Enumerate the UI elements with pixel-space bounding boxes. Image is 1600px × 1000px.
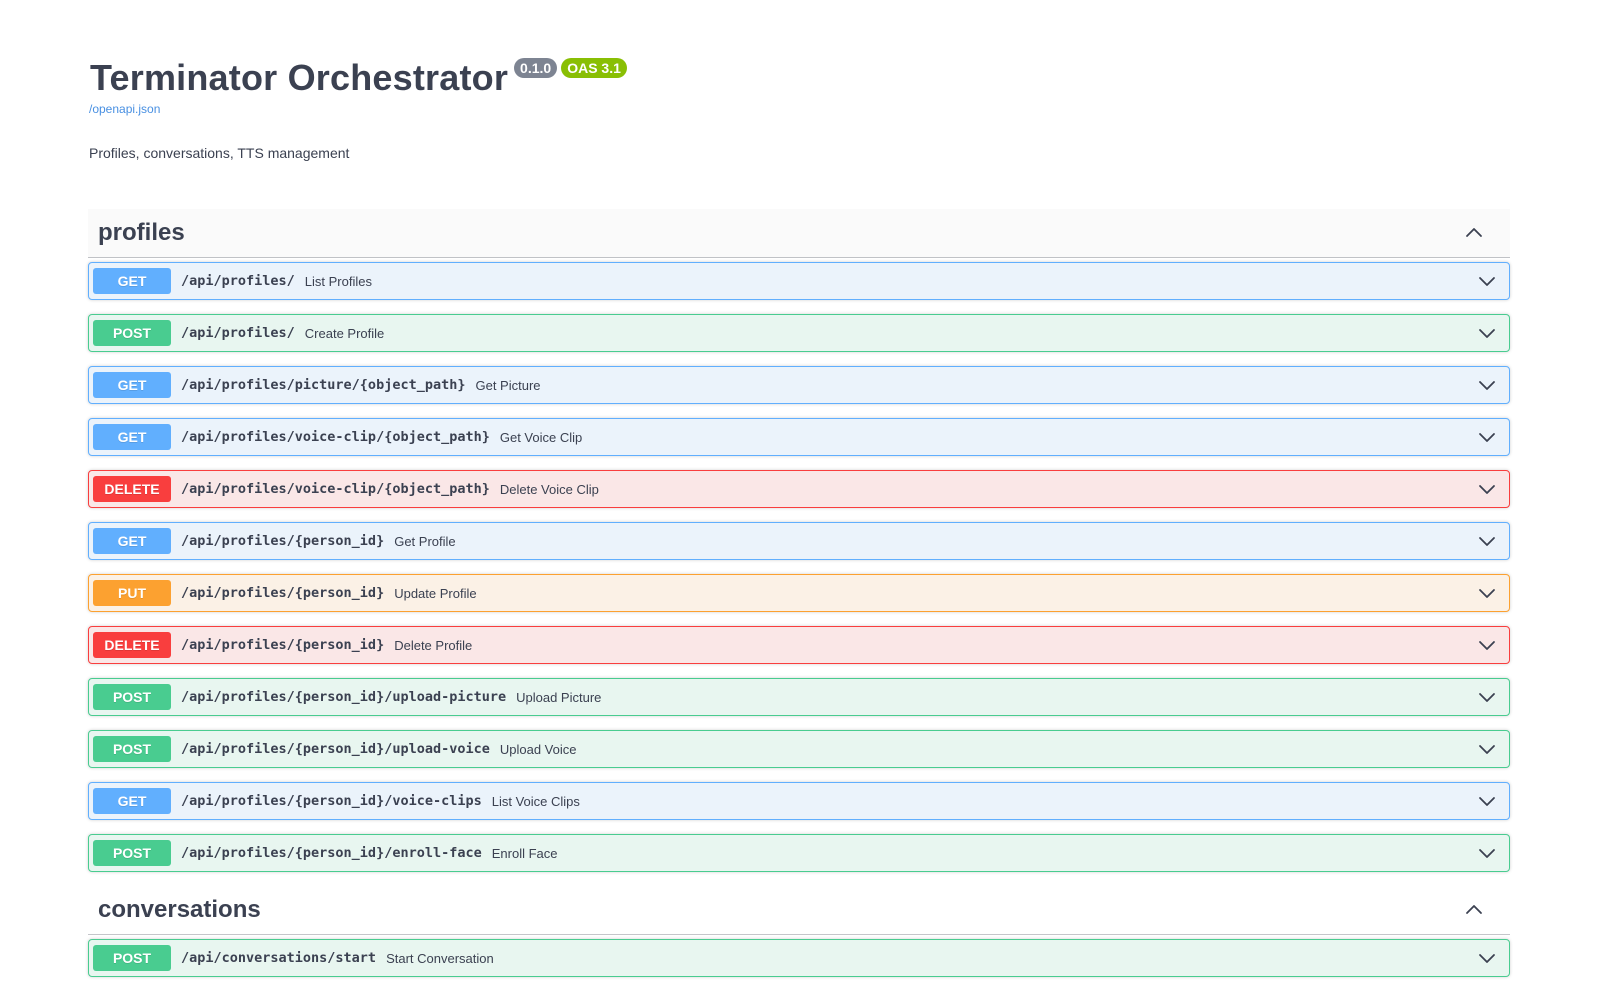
chevron-down-icon[interactable]: [1477, 739, 1497, 759]
operation-path: /api/profiles/: [181, 325, 295, 341]
operation-path: /api/profiles/{person_id}/upload-voice: [181, 741, 490, 757]
operation-summary: List Voice Clips: [491, 793, 580, 809]
operation-path: /api/profiles/voice-clip/{object_path}: [181, 481, 490, 497]
tag-section-1: conversations POST/api/conversations/star…: [88, 886, 1510, 977]
operation-path: /api/profiles/{person_id}/voice-clips: [181, 793, 482, 809]
operation-row[interactable]: DELETE/api/profiles/voice-clip/{object_p…: [88, 470, 1510, 508]
chevron-down-icon[interactable]: [1477, 583, 1497, 603]
chevron-down-icon[interactable]: [1477, 479, 1497, 499]
api-description: Profiles, conversations, TTS management: [89, 145, 350, 161]
operation-row[interactable]: POST/api/profiles/{person_id}/upload-pic…: [88, 678, 1510, 716]
method-badge: GET: [93, 788, 171, 814]
chevron-down-icon[interactable]: [1477, 948, 1497, 968]
operation-path: /api/profiles/{person_id}: [181, 533, 385, 549]
operation-summary: Get Profile: [394, 533, 456, 549]
swagger-ui: Terminator Orchestrator 0.1.0 OAS 3.1 /o…: [88, 0, 1510, 977]
operation-summary: Update Profile: [394, 585, 477, 601]
operations-list: POST/api/conversations/start Start Conver…: [88, 935, 1510, 977]
tag-name: conversations: [98, 896, 261, 923]
chevron-down-icon[interactable]: [1477, 531, 1497, 551]
operation-row[interactable]: GET/api/profiles/{person_id} Get Profile: [88, 522, 1510, 560]
operation-path: /api/profiles/{person_id}/enroll-face: [181, 845, 482, 861]
tag-sections: profiles GET/api/profiles/List Profiles PO…: [88, 209, 1510, 977]
operation-row[interactable]: GET/api/profiles/List Profiles: [88, 262, 1510, 300]
version-badge: 0.1.0: [514, 58, 558, 78]
title-row: Terminator Orchestrator 0.1.0 OAS 3.1: [90, 56, 1510, 100]
chevron-down-icon[interactable]: [1477, 791, 1497, 811]
openapi-json-link[interactable]: /openapi.json: [89, 102, 1510, 116]
method-badge: PUT: [93, 580, 171, 606]
chevron-down-icon[interactable]: [1477, 687, 1497, 707]
method-badge: POST: [93, 320, 171, 346]
method-badge: GET: [93, 424, 171, 450]
operation-summary: Get Picture: [475, 377, 541, 393]
operation-path: /api/profiles/voice-clip/{object_path}: [181, 429, 490, 445]
chevron-up-icon[interactable]: [1464, 223, 1484, 243]
operation-row[interactable]: DELETE/api/profiles/{person_id} Delete Pr…: [88, 626, 1510, 664]
method-badge: POST: [93, 945, 171, 971]
chevron-down-icon[interactable]: [1477, 323, 1497, 343]
tag-section-0: profiles GET/api/profiles/List Profiles PO…: [88, 209, 1510, 872]
operation-summary: Start Conversation: [386, 950, 494, 966]
operation-path: /api/profiles/{person_id}: [181, 637, 385, 653]
operation-path: /api/profiles/picture/{object_path}: [181, 377, 466, 393]
method-badge: POST: [93, 840, 171, 866]
method-badge: GET: [93, 528, 171, 554]
operation-summary: Get Voice Clip: [499, 429, 583, 445]
operation-summary: List Profiles: [304, 273, 372, 289]
method-badge: GET: [93, 268, 171, 294]
operation-summary: Create Profile: [304, 325, 385, 341]
operation-path: /api/conversations/start: [181, 950, 377, 966]
operation-summary: Upload Voice: [499, 741, 577, 757]
operation-summary: Enroll Face: [491, 845, 558, 861]
chevron-down-icon[interactable]: [1477, 843, 1497, 863]
operations-list: GET/api/profiles/List Profiles POST/api/p…: [88, 258, 1510, 872]
operation-path: /api/profiles/{person_id}/upload-picture: [181, 689, 507, 705]
chevron-down-icon[interactable]: [1477, 375, 1497, 395]
operation-summary: Delete Profile: [394, 637, 473, 653]
operation-row[interactable]: GET/api/profiles/picture/{object_path} Ge…: [88, 366, 1510, 404]
method-badge: DELETE: [93, 476, 171, 502]
method-badge: GET: [93, 372, 171, 398]
method-badge: POST: [93, 684, 171, 710]
chevron-up-icon[interactable]: [1464, 900, 1484, 920]
chevron-down-icon[interactable]: [1477, 271, 1497, 291]
operation-row[interactable]: POST/api/profiles/{person_id}/enroll-fac…: [88, 834, 1510, 872]
oas-badge: OAS 3.1: [561, 58, 627, 78]
api-title: Terminator Orchestrator: [90, 57, 509, 98]
chevron-down-icon[interactable]: [1477, 635, 1497, 655]
operation-row[interactable]: PUT/api/profiles/{person_id} Update Profi…: [88, 574, 1510, 612]
operation-row[interactable]: GET/api/profiles/{person_id}/voice-clips…: [88, 782, 1510, 820]
operation-row[interactable]: POST/api/conversations/start Start Conver…: [88, 939, 1510, 977]
tag-header[interactable]: profiles: [88, 209, 1510, 258]
api-info: Terminator Orchestrator 0.1.0 OAS 3.1 /o…: [89, 0, 1510, 161]
tag-name: profiles: [98, 219, 185, 246]
operation-row[interactable]: GET/api/profiles/voice-clip/{object_path…: [88, 418, 1510, 456]
method-badge: POST: [93, 736, 171, 762]
operation-row[interactable]: POST/api/profiles/Create Profile: [88, 314, 1510, 352]
tag-header[interactable]: conversations: [88, 886, 1510, 935]
chevron-down-icon[interactable]: [1477, 427, 1497, 447]
operation-row[interactable]: POST/api/profiles/{person_id}/upload-voi…: [88, 730, 1510, 768]
operation-summary: Upload Picture: [516, 689, 602, 705]
operation-summary: Delete Voice Clip: [499, 481, 599, 497]
operation-path: /api/profiles/{person_id}: [181, 585, 385, 601]
operation-path: /api/profiles/: [181, 273, 295, 289]
method-badge: DELETE: [93, 632, 171, 658]
